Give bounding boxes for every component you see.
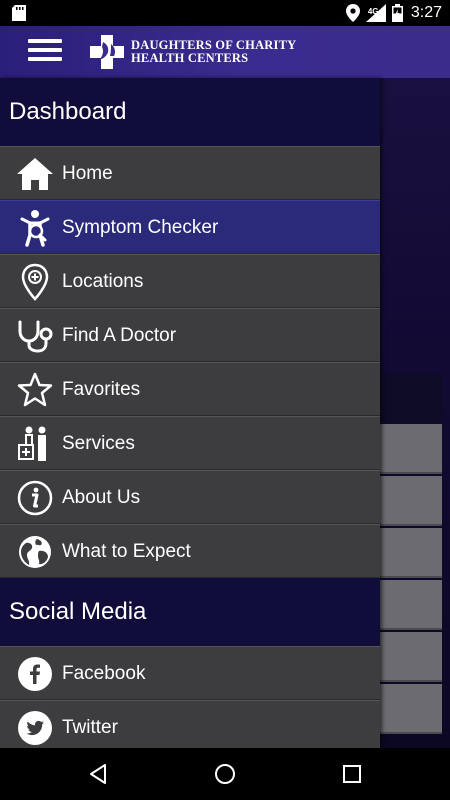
menu-item-facebook[interactable]: Facebook <box>0 646 380 700</box>
section-header-dashboard: Dashboard <box>0 78 380 146</box>
stethoscope-icon <box>16 317 54 355</box>
menu-item-label: Home <box>62 163 113 184</box>
home-button-icon[interactable] <box>213 762 237 786</box>
battery-icon <box>391 4 403 22</box>
background-row <box>380 528 442 578</box>
location-pin-icon <box>16 263 54 301</box>
facebook-icon <box>16 655 54 693</box>
menu-icon[interactable] <box>28 39 62 61</box>
location-status-icon <box>345 4 360 22</box>
menu-item-label: Find A Doctor <box>62 325 177 346</box>
menu-item-label: Symptom Checker <box>62 217 219 238</box>
menu-item-label: Facebook <box>62 663 146 684</box>
status-bar: 4G 3:27 <box>0 0 450 26</box>
signal-icon: 4G <box>365 4 386 22</box>
logo: DAUGHTERS OF CHARITY HEALTH CENTERS <box>89 34 296 70</box>
background-band <box>380 374 442 422</box>
star-icon <box>16 371 54 409</box>
background-row <box>380 476 442 526</box>
system-navigation-bar <box>0 748 450 800</box>
recent-apps-icon[interactable] <box>340 762 364 786</box>
menu-item-label: What to Expect <box>62 541 191 562</box>
clock: 3:27 <box>410 4 442 21</box>
info-icon <box>16 479 54 517</box>
menu-item-label: About Us <box>62 487 141 508</box>
app-header: DAUGHTERS OF CHARITY HEALTH CENTERS <box>0 26 450 78</box>
menu-item-label: Locations <box>62 271 144 292</box>
twitter-icon <box>16 709 54 747</box>
menu-item-label: Services <box>62 433 135 454</box>
menu-item-find-a-doctor[interactable]: Find A Doctor <box>0 308 380 362</box>
background-content <box>380 78 450 748</box>
menu-item-home[interactable]: Home <box>0 146 380 200</box>
menu-item-about-us[interactable]: About Us <box>0 470 380 524</box>
navigation-drawer: Dashboard Home Symptom Checker Locations… <box>0 78 380 748</box>
sd-card-icon <box>12 5 26 21</box>
services-icon <box>16 425 54 463</box>
menu-item-what-to-expect[interactable]: What to Expect <box>0 524 380 578</box>
back-icon[interactable] <box>86 762 110 786</box>
globe-icon <box>16 533 54 571</box>
logo-line2: HEALTH CENTERS <box>131 51 249 65</box>
menu-item-locations[interactable]: Locations <box>0 254 380 308</box>
symptom-checker-icon <box>16 209 54 247</box>
menu-item-services[interactable]: Services <box>0 416 380 470</box>
background-row <box>380 632 442 682</box>
home-icon <box>16 155 54 193</box>
section-title-social-media: Social Media <box>9 598 147 625</box>
cross-logo-icon <box>90 35 124 69</box>
menu-item-label: Twitter <box>62 717 118 738</box>
section-title-dashboard: Dashboard <box>9 98 127 125</box>
background-row <box>380 684 442 734</box>
menu-item-symptom-checker[interactable]: Symptom Checker <box>0 200 380 254</box>
menu-item-twitter[interactable]: Twitter <box>0 700 380 748</box>
section-header-social-media: Social Media <box>0 578 380 646</box>
background-row <box>380 424 442 474</box>
network-type: 4G <box>367 7 379 16</box>
background-row <box>380 580 442 630</box>
menu-item-favorites[interactable]: Favorites <box>0 362 380 416</box>
menu-item-label: Favorites <box>62 379 141 400</box>
